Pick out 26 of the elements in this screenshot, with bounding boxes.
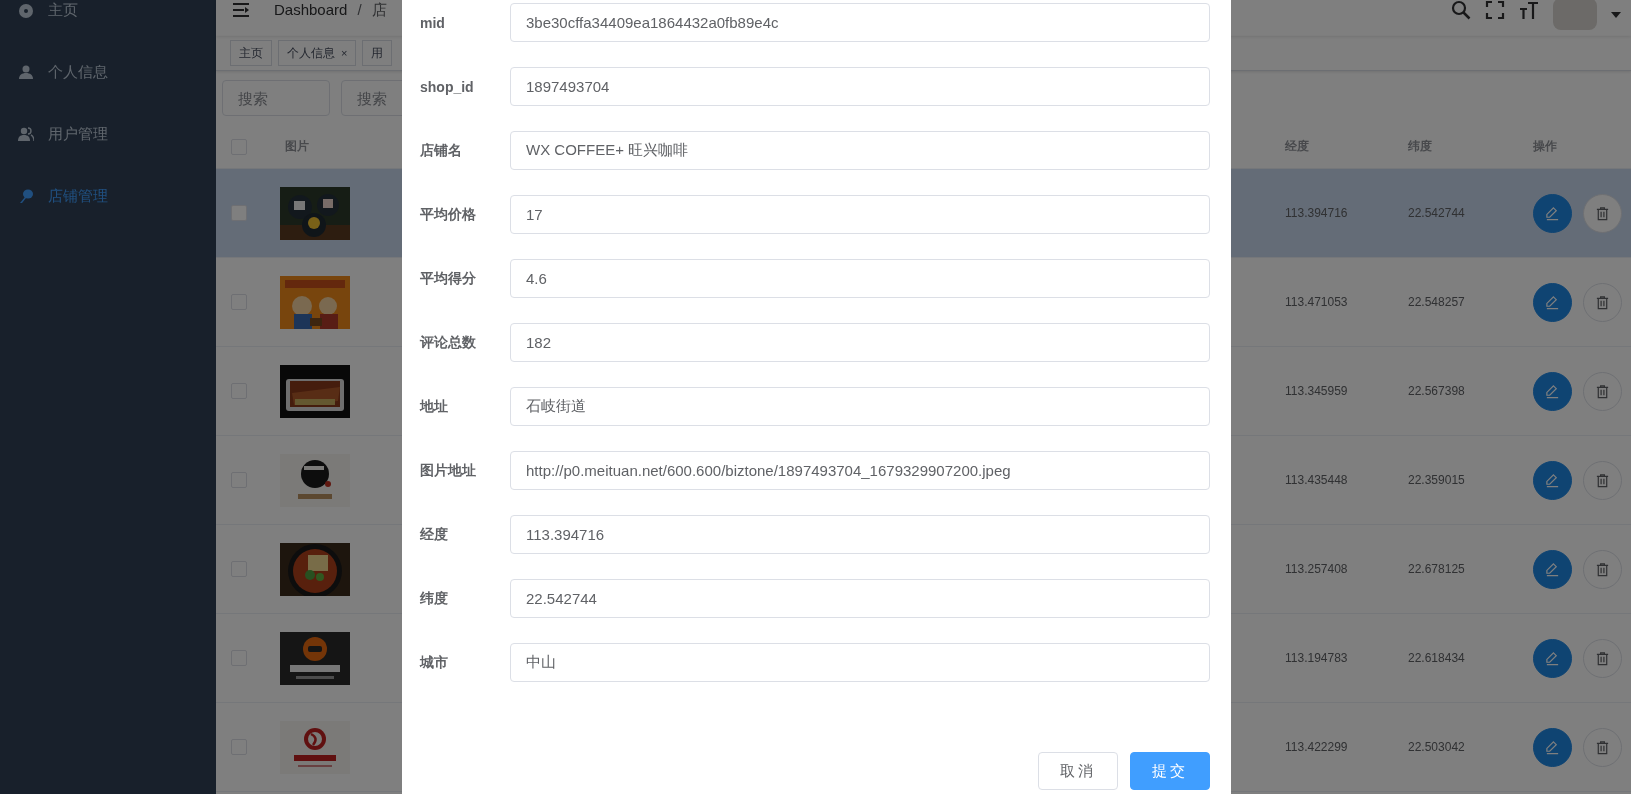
field-label: 经度 <box>420 525 449 544</box>
field-label: 平均价格 <box>420 205 477 224</box>
field-label: 图片地址 <box>420 461 477 480</box>
table-cell: 22.567398 <box>1408 384 1465 398</box>
table-cell: 113.471053 <box>1285 295 1348 309</box>
field-label: 地址 <box>420 397 449 416</box>
field-label: 评论总数 <box>420 333 477 352</box>
table-cell: 113.422299 <box>1285 740 1348 754</box>
table-cell: 113.345959 <box>1285 384 1348 398</box>
field-label: 纬度 <box>420 589 449 608</box>
field-label: 城市 <box>420 653 449 672</box>
table-cell: 22.678125 <box>1408 562 1465 576</box>
table-cell: 22.548257 <box>1408 295 1465 309</box>
table-cell: 113.194783 <box>1285 651 1348 665</box>
breadcrumb-item: 店 <box>371 1 387 20</box>
field-label: mid <box>420 14 446 31</box>
table-cell: 113.394716 <box>1285 206 1348 220</box>
table-cell: 113.257408 <box>1285 562 1348 576</box>
table-cell: 22.542744 <box>1408 206 1465 220</box>
table-cell: 113.435448 <box>1285 473 1348 487</box>
field-label: 平均得分 <box>420 269 477 288</box>
breadcrumb-separator: / <box>357 1 362 20</box>
table-cell: 22.503042 <box>1408 740 1465 754</box>
table-cell: 22.359015 <box>1408 473 1465 487</box>
table-cell: 22.618434 <box>1408 651 1465 665</box>
field-label: 店铺名 <box>420 141 463 160</box>
